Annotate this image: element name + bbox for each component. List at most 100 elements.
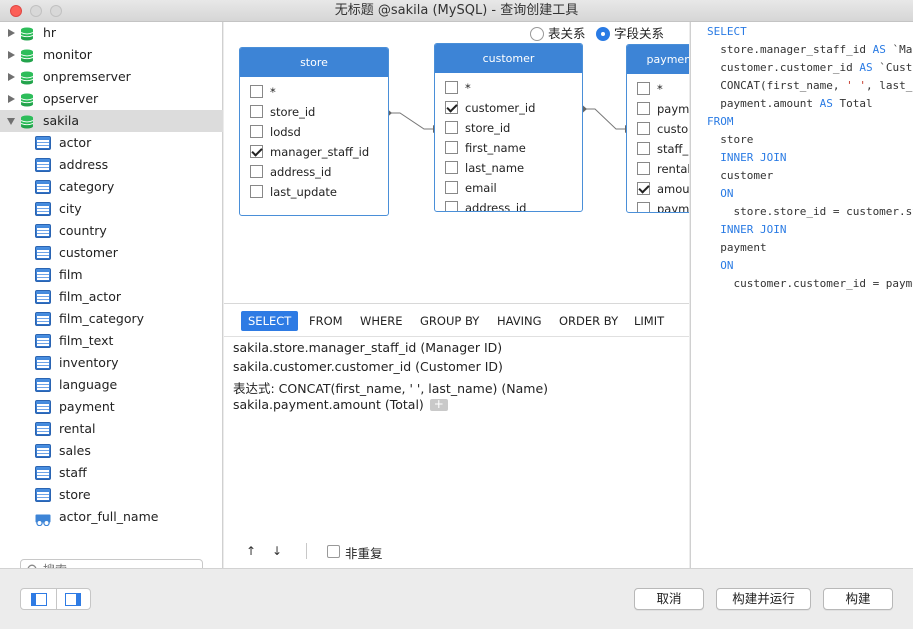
- field-checkbox[interactable]: [445, 141, 458, 154]
- sidebar-db-hr[interactable]: hr: [0, 22, 223, 44]
- field-checkbox[interactable]: [250, 125, 263, 138]
- mode-radio[interactable]: [596, 27, 610, 41]
- collapse-triangle-icon[interactable]: [7, 118, 15, 129]
- right-panel-icon[interactable]: [65, 593, 81, 606]
- tab-group-by[interactable]: GROUP BY: [413, 311, 486, 331]
- sidebar-table-staff[interactable]: staff: [0, 462, 223, 484]
- move-up-button[interactable]: ↑: [246, 544, 256, 558]
- field-row-store_id[interactable]: store_id: [435, 118, 582, 138]
- select-item[interactable]: sakila.customer.customer_id (Customer ID…: [233, 359, 503, 374]
- sidebar-table-customer[interactable]: customer: [0, 242, 223, 264]
- field-checkbox[interactable]: [637, 142, 650, 155]
- field-checkbox[interactable]: [637, 122, 650, 135]
- field-row-address_id[interactable]: address_id: [240, 162, 388, 182]
- field-row-address_id[interactable]: address_id: [435, 198, 582, 211]
- field-row-*[interactable]: *: [240, 82, 388, 102]
- add-select-item-button[interactable]: +: [429, 398, 448, 411]
- close-window-button[interactable]: [10, 5, 22, 17]
- field-checkbox[interactable]: [250, 105, 263, 118]
- table-box-store[interactable]: store * store_id lodsd manager_staff_id addre…: [239, 47, 389, 216]
- zoom-window-button[interactable]: [50, 5, 62, 17]
- left-panel-icon[interactable]: [31, 593, 47, 606]
- table-box-payment[interactable]: payment * payment_id customer_id staff_idren…: [626, 44, 689, 213]
- field-checkbox[interactable]: [445, 101, 458, 114]
- field-row-lodsd[interactable]: lodsd: [240, 122, 388, 142]
- tab-from[interactable]: FROM: [302, 311, 350, 331]
- field-row-payment_id[interactable]: payment_id: [627, 99, 689, 119]
- field-row-*[interactable]: *: [627, 79, 689, 99]
- expand-triangle-icon[interactable]: [8, 29, 15, 37]
- field-checkbox[interactable]: [250, 165, 263, 178]
- table-box-header[interactable]: customer: [435, 44, 582, 73]
- sidebar-db-sakila[interactable]: sakila: [0, 110, 223, 132]
- minimize-window-button[interactable]: [30, 5, 42, 17]
- sidebar-table-payment[interactable]: payment: [0, 396, 223, 418]
- sidebar-table-film_text[interactable]: film_text: [0, 330, 223, 352]
- field-checkbox[interactable]: [637, 182, 650, 195]
- sidebar-table-film_actor[interactable]: film_actor: [0, 286, 223, 308]
- table-box-header[interactable]: payment: [627, 45, 689, 74]
- sidebar-table-film[interactable]: film: [0, 264, 223, 286]
- sidebar-table-sales[interactable]: sales: [0, 440, 223, 462]
- field-checkbox[interactable]: [445, 161, 458, 174]
- field-checkbox[interactable]: [637, 102, 650, 115]
- table-box-header[interactable]: store: [240, 48, 388, 77]
- field-checkbox[interactable]: [445, 181, 458, 194]
- diagram-canvas[interactable]: 表关系 字段关系 store * store_id lodsd manager_staff_…: [224, 22, 689, 303]
- field-row-last_update[interactable]: last_update: [240, 182, 388, 202]
- sidebar-table-inventory[interactable]: inventory: [0, 352, 223, 374]
- field-checkbox[interactable]: [637, 82, 650, 95]
- field-checkbox[interactable]: [445, 121, 458, 134]
- sidebar-table-store[interactable]: store: [0, 484, 223, 506]
- sidebar-table-category[interactable]: category: [0, 176, 223, 198]
- field-checkbox[interactable]: [250, 85, 263, 98]
- field-row-amount[interactable]: amount: [627, 179, 689, 199]
- sql-preview[interactable]: SELECT store.manager_staff_id AS `Manage…: [690, 22, 913, 568]
- table-box-customer[interactable]: customer * customer_id store_id first_name la…: [434, 43, 583, 212]
- object-sidebar[interactable]: hr monitor onpremserver opserver sakila actor…: [0, 22, 223, 581]
- sidebar-db-monitor[interactable]: monitor: [0, 44, 223, 66]
- field-row-email[interactable]: email: [435, 178, 582, 198]
- select-item[interactable]: 表达式: CONCAT(first_name, ' ', last_name) …: [233, 378, 548, 397]
- field-checkbox[interactable]: [445, 81, 458, 94]
- sidebar-table-actor[interactable]: actor: [0, 132, 223, 154]
- field-checkbox[interactable]: [637, 162, 650, 175]
- field-checkbox[interactable]: [250, 145, 263, 158]
- sidebar-table-address[interactable]: address: [0, 154, 223, 176]
- tab-having[interactable]: HAVING: [490, 311, 549, 331]
- field-row-payment_date[interactable]: payment_date: [627, 199, 689, 212]
- query-clause-panel[interactable]: ↑ ↓ 非重复 sakila.store.manager_staff_id (M…: [224, 337, 689, 568]
- tab-where[interactable]: WHERE: [353, 311, 410, 331]
- move-down-button[interactable]: ↓: [272, 544, 282, 558]
- field-checkbox[interactable]: [250, 185, 263, 198]
- field-row-first_name[interactable]: first_name: [435, 138, 582, 158]
- sidebar-db-onpremserver[interactable]: onpremserver: [0, 66, 223, 88]
- field-checkbox[interactable]: [637, 202, 650, 212]
- field-row-last_name[interactable]: last_name: [435, 158, 582, 178]
- tab-order-by[interactable]: ORDER BY: [552, 311, 625, 331]
- field-row-staff_id[interactable]: staff_id: [627, 139, 689, 159]
- expand-triangle-icon[interactable]: [8, 51, 15, 59]
- select-item[interactable]: sakila.payment.amount (Total) +: [233, 397, 448, 412]
- field-row-customer_id[interactable]: customer_id: [435, 98, 582, 118]
- sidebar-db-opserver[interactable]: opserver: [0, 88, 223, 110]
- expand-triangle-icon[interactable]: [8, 73, 15, 81]
- tab-select[interactable]: SELECT: [241, 311, 299, 331]
- expand-triangle-icon[interactable]: [8, 95, 15, 103]
- field-row-store_id[interactable]: store_id: [240, 102, 388, 122]
- mode-radio[interactable]: [530, 27, 544, 41]
- sidebar-view-actor_full_name[interactable]: actor_full_name: [0, 506, 223, 528]
- sidebar-table-film_category[interactable]: film_category: [0, 308, 223, 330]
- field-row-customer_id[interactable]: customer_id: [627, 119, 689, 139]
- sidebar-table-city[interactable]: city: [0, 198, 223, 220]
- field-row-*[interactable]: *: [435, 78, 582, 98]
- select-item[interactable]: sakila.store.manager_staff_id (Manager I…: [233, 340, 502, 355]
- field-row-rental_id[interactable]: rental_id: [627, 159, 689, 179]
- field-row-manager_staff_id[interactable]: manager_staff_id: [240, 142, 388, 162]
- build-and-run-button[interactable]: 构建并运行: [716, 588, 811, 610]
- build-button[interactable]: 构建: [823, 588, 893, 610]
- sidebar-table-rental[interactable]: rental: [0, 418, 223, 440]
- sidebar-table-language[interactable]: language: [0, 374, 223, 396]
- field-checkbox[interactable]: [445, 201, 458, 211]
- cancel-button[interactable]: 取消: [634, 588, 704, 610]
